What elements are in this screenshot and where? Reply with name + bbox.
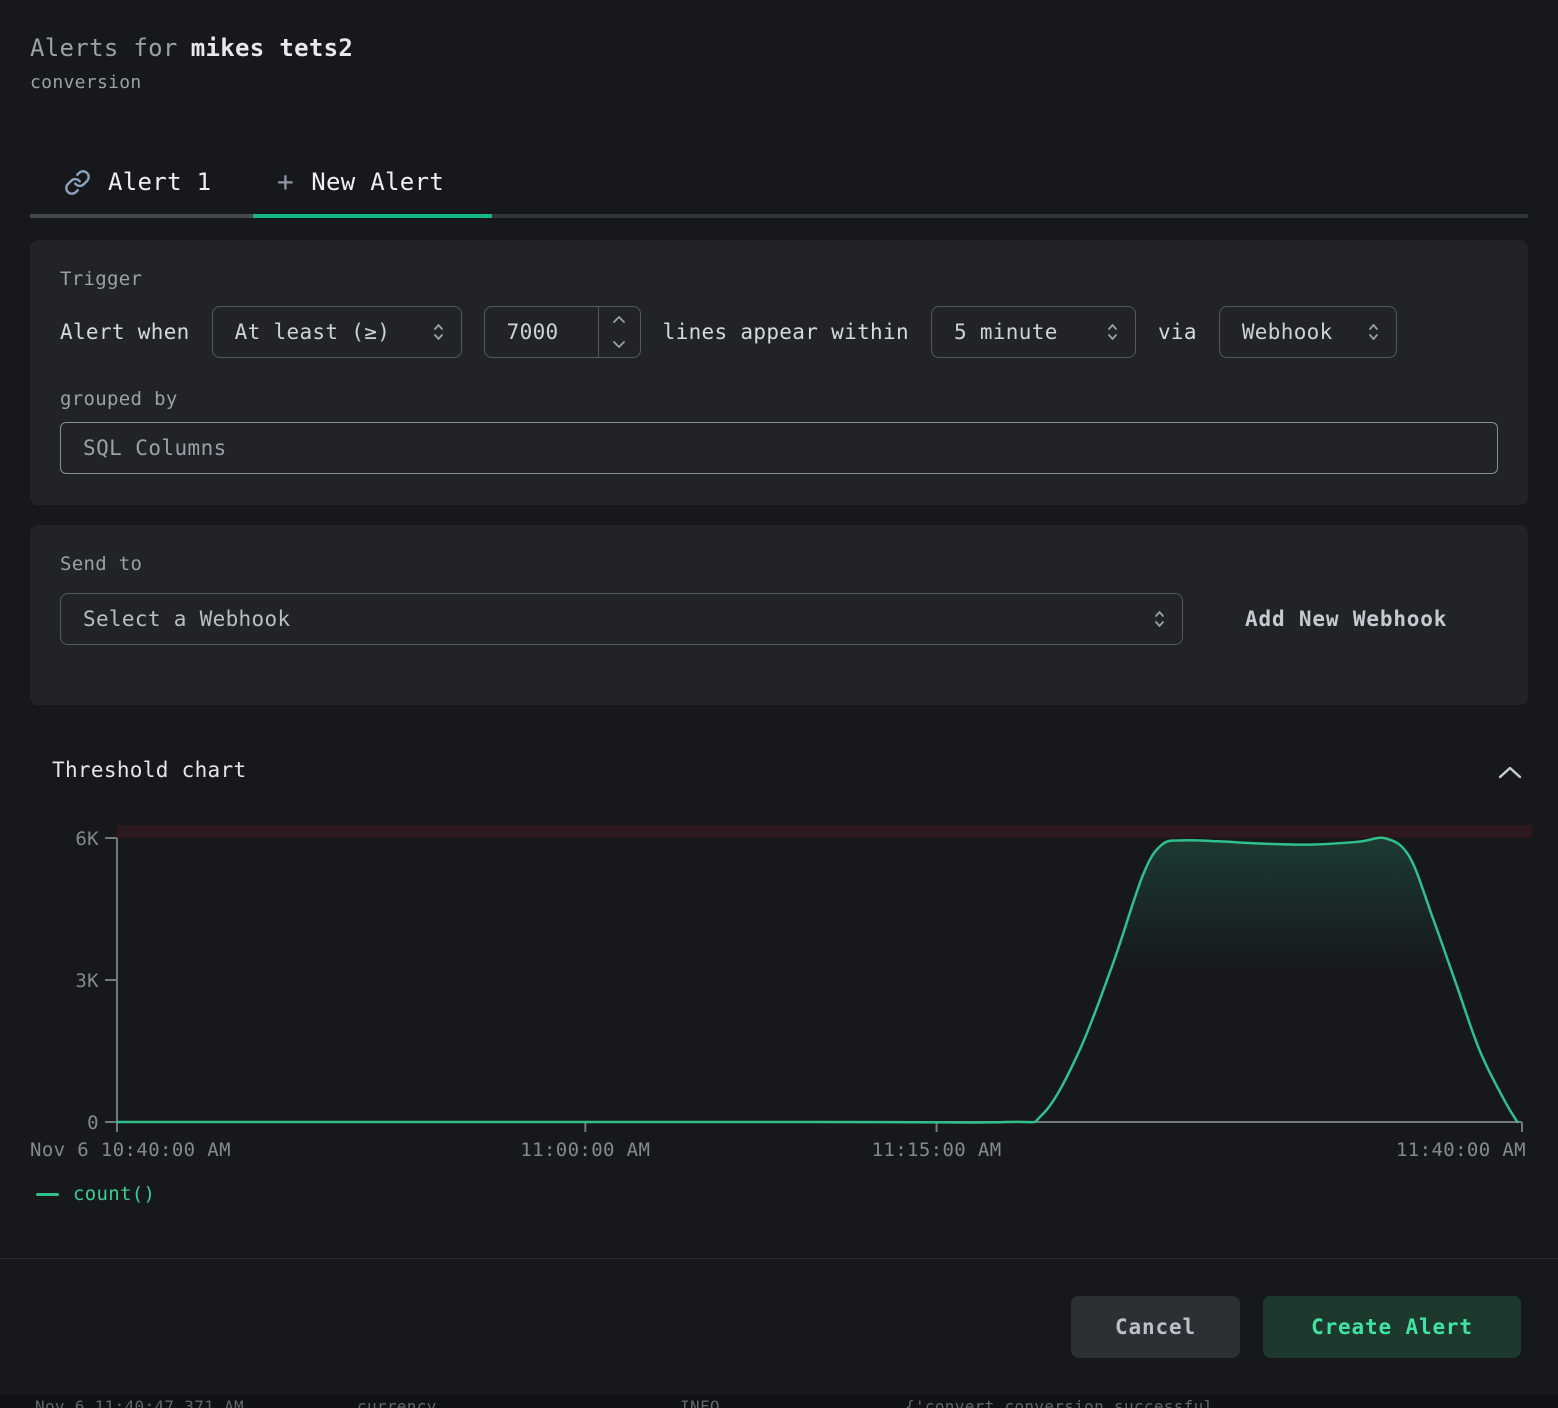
window-value: 5 minute xyxy=(954,320,1058,344)
alert-tabbar: Alert 1 + New Alert xyxy=(30,150,1528,218)
log-dataset: currency xyxy=(357,1397,437,1408)
trigger-row: Alert when At least (≥) 7000 lines appea… xyxy=(60,306,1498,358)
legend-label: count() xyxy=(73,1183,155,1205)
create-alert-button[interactable]: Create Alert xyxy=(1263,1296,1521,1358)
updown-chevron-icon xyxy=(1153,608,1166,630)
link-icon xyxy=(64,169,91,196)
title-prefix: Alerts for xyxy=(30,34,178,62)
threshold-band xyxy=(117,825,1532,838)
updown-chevron-icon xyxy=(1367,321,1380,343)
channel-value: Webhook xyxy=(1242,320,1333,344)
plus-icon: + xyxy=(277,168,294,196)
collapse-chevron-up-icon xyxy=(1497,765,1523,780)
updown-chevron-icon xyxy=(432,321,445,343)
window-select[interactable]: 5 minute xyxy=(931,306,1136,358)
collapse-chart-button[interactable] xyxy=(1492,758,1528,786)
sql-columns-input[interactable] xyxy=(60,422,1498,474)
x-tick-label: 11:40:00 AM xyxy=(1396,1139,1526,1161)
threshold-stepper xyxy=(598,307,640,357)
send-to-row: Select a Webhook Add New Webhook xyxy=(60,593,1498,645)
y-tick-label: 6K xyxy=(75,828,99,850)
threshold-value: 7000 xyxy=(485,307,598,357)
lines-appear-text: lines appear within xyxy=(663,320,909,344)
send-to-label: Send to xyxy=(60,553,1498,575)
alert-modal: { "header": { "title_prefix": "Alerts fo… xyxy=(0,0,1558,1408)
trigger-section-label: Trigger xyxy=(60,268,1498,290)
x-tick-label: 11:15:00 AM xyxy=(872,1139,1002,1161)
comparator-select[interactable]: At least (≥) xyxy=(212,306,462,358)
chevron-up-icon xyxy=(612,315,626,324)
stepper-up-button[interactable] xyxy=(599,307,640,332)
cancel-button[interactable]: Cancel xyxy=(1071,1296,1240,1358)
webhook-select[interactable]: Select a Webhook xyxy=(60,593,1183,645)
footer: Cancel Create Alert xyxy=(0,1258,1558,1395)
chart-title: Threshold chart xyxy=(52,758,246,782)
alert-when-text: Alert when xyxy=(60,320,190,344)
tab-new-alert[interactable]: + New Alert xyxy=(277,150,444,214)
via-text: via xyxy=(1158,320,1197,344)
updown-chevron-icon xyxy=(1106,321,1119,343)
send-to-panel: Send to Select a Webhook Add New Webhook xyxy=(30,525,1528,705)
tab-new-alert-label: New Alert xyxy=(311,168,444,196)
log-message: {'convert conversion successful xyxy=(905,1397,1214,1408)
background-log-row: Nov 6 11:40:47.371 AM currency INFO {'co… xyxy=(0,1395,1558,1408)
y-tick-label: 0 xyxy=(87,1112,99,1134)
log-level: INFO xyxy=(680,1397,720,1408)
grouped-by-label: grouped by xyxy=(60,388,1498,410)
tab-underline-alert1 xyxy=(30,214,253,218)
log-timestamp: Nov 6 11:40:47.371 AM xyxy=(35,1397,244,1408)
chart-legend[interactable]: count() xyxy=(36,1183,155,1205)
add-webhook-button[interactable]: Add New Webhook xyxy=(1245,607,1447,631)
dataset-name: mikes tets2 xyxy=(191,34,353,62)
y-tick-label: 3K xyxy=(75,970,99,992)
comparator-value: At least (≥) xyxy=(235,320,391,344)
chevron-down-icon xyxy=(612,340,626,349)
dataset-subtitle: conversion xyxy=(30,72,353,93)
legend-dash xyxy=(36,1193,59,1196)
x-tick-label: 11:00:00 AM xyxy=(520,1139,650,1161)
x-tick-label: Nov 6 10:40:00 AM xyxy=(30,1139,231,1161)
stepper-down-button[interactable] xyxy=(599,332,640,357)
tab-underline-active xyxy=(253,214,492,218)
tab-alert-1-label: Alert 1 xyxy=(108,168,211,196)
threshold-chart: 0 3K 6K Nov 6 10:40:00 AM 11:00:00 AM 11:15:0… xyxy=(30,822,1528,1167)
threshold-input[interactable]: 7000 xyxy=(484,306,641,358)
series-area xyxy=(117,838,1517,1123)
channel-select[interactable]: Webhook xyxy=(1219,306,1397,358)
page-title: Alerts for mikes tets2 xyxy=(30,34,353,62)
tab-alert-1[interactable]: Alert 1 xyxy=(64,150,211,214)
webhook-placeholder: Select a Webhook xyxy=(83,607,290,631)
trigger-panel: Trigger Alert when At least (≥) 7000 lin… xyxy=(30,240,1528,505)
header: Alerts for mikes tets2 conversion xyxy=(30,34,353,93)
